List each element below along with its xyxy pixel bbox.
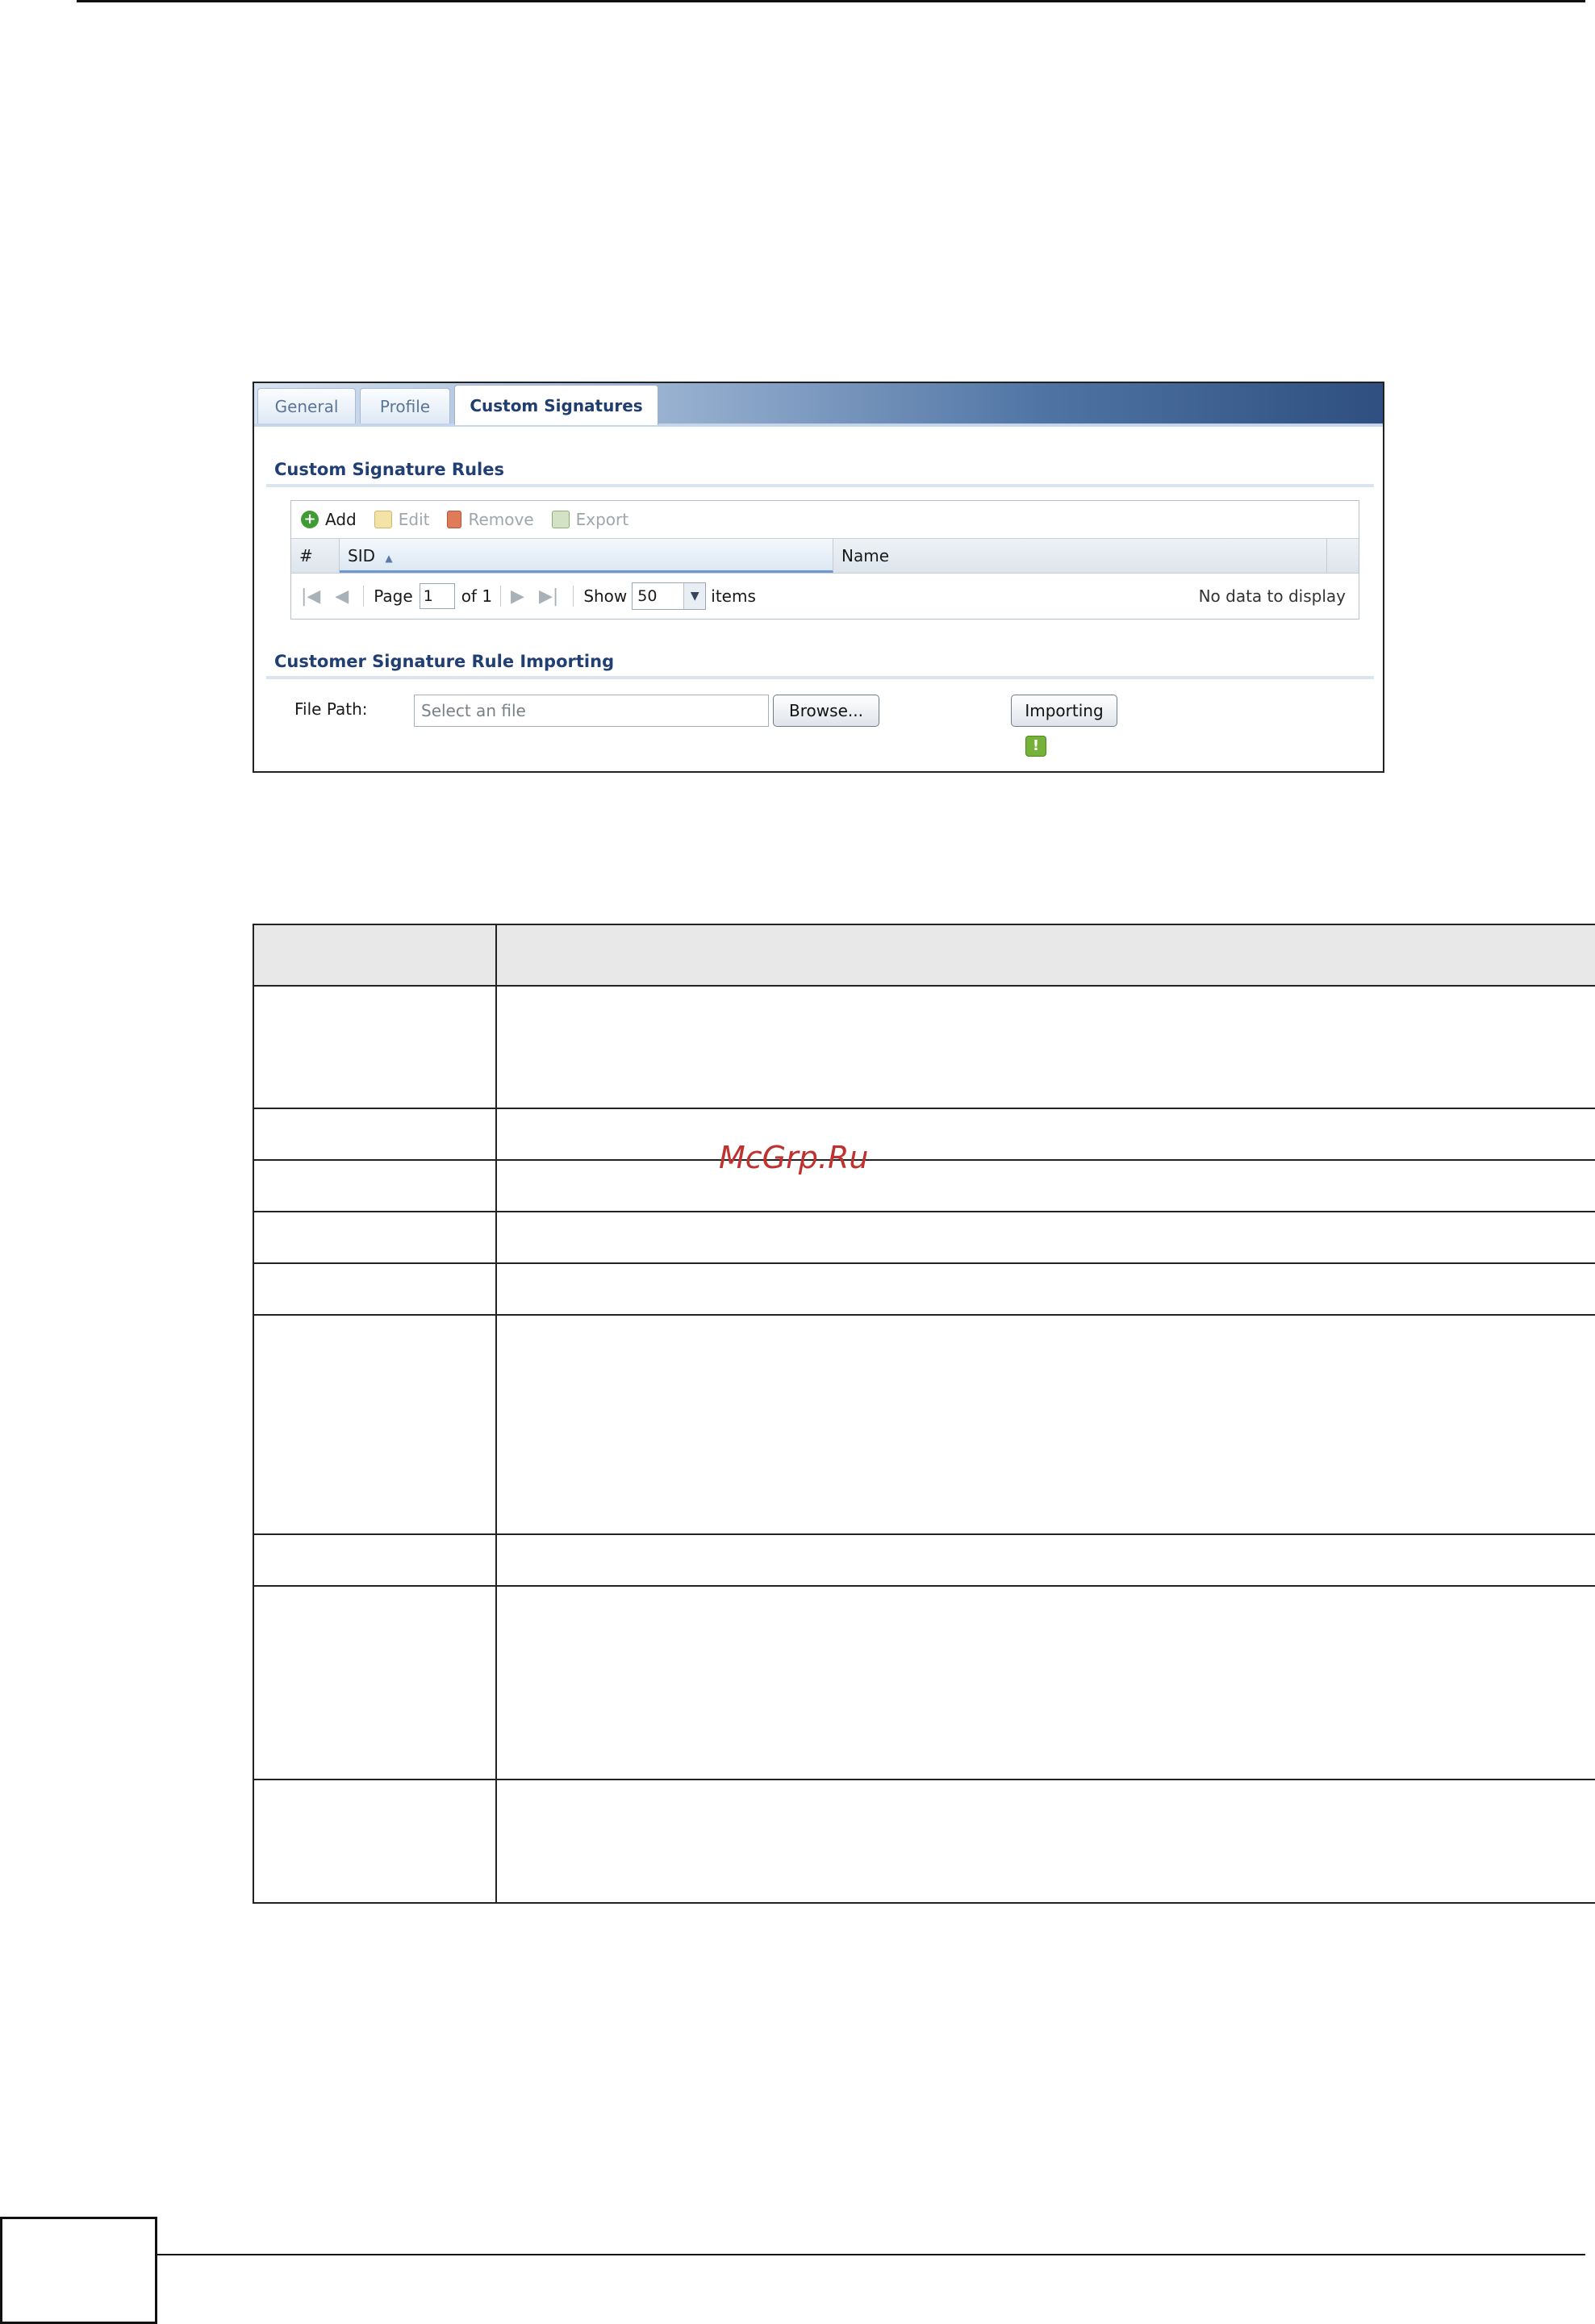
pager-separator <box>363 586 365 607</box>
tab-general[interactable]: General <box>257 388 356 423</box>
sid-label: SID <box>348 546 375 565</box>
top-rule <box>77 0 1585 2</box>
add-label: Add <box>325 510 357 529</box>
browse-button[interactable]: Browse... <box>773 695 879 727</box>
table-cell <box>253 1211 497 1264</box>
grid-pager: |◀ ◀ Page 1 of 1 ▶ ▶| Show 50 ▼ items No… <box>291 574 1359 619</box>
chevron-down-icon: ▼ <box>683 583 706 609</box>
column-header-sid[interactable]: SID ▲ <box>340 539 833 573</box>
section-title-rules: Custom Signature Rules <box>274 460 504 479</box>
previous-page-icon[interactable]: ◀ <box>335 586 349 607</box>
table-cell <box>253 1262 497 1316</box>
remove-label: Remove <box>468 510 534 529</box>
table-cell <box>495 1314 1595 1535</box>
signature-rules-grid: + Add Edit Remove Export # SID ▲ Name |◀… <box>290 500 1359 620</box>
page-count-label: of 1 <box>461 586 493 606</box>
export-button[interactable]: Export <box>551 510 629 529</box>
table-header-cell <box>495 924 1595 987</box>
column-header-name[interactable]: Name <box>833 539 1327 573</box>
table-cell <box>253 1779 497 1904</box>
edit-label: Edit <box>398 510 430 529</box>
bottom-rule <box>157 2254 1585 2255</box>
empty-grid-message: No data to display <box>1198 586 1346 606</box>
description-table <box>253 924 1595 1904</box>
table-cell <box>495 1533 1595 1587</box>
tab-custom-signatures[interactable]: Custom Signatures <box>454 385 658 425</box>
table-header-cell <box>253 924 497 987</box>
show-label: Show <box>583 586 628 606</box>
alert-icon: ! <box>1025 736 1046 757</box>
remove-icon <box>447 511 462 528</box>
table-cell <box>253 1533 497 1587</box>
table-cell <box>253 1108 497 1161</box>
export-icon <box>551 511 570 528</box>
table-cell <box>495 1262 1595 1316</box>
table-cell <box>495 1108 1595 1161</box>
first-page-icon[interactable]: |◀ <box>301 586 320 607</box>
page-label: Page <box>374 586 413 606</box>
add-icon: + <box>301 511 319 528</box>
table-cell <box>495 1159 1595 1212</box>
sort-ascending-icon: ▲ <box>385 553 393 564</box>
next-page-icon[interactable]: ▶ <box>511 586 524 607</box>
column-header-index[interactable]: # <box>291 539 340 573</box>
add-button[interactable]: + Add <box>301 510 357 529</box>
watermark: McGrp.Ru <box>719 1140 869 1175</box>
last-page-icon[interactable]: ▶| <box>539 586 558 607</box>
column-header-spacer <box>1327 539 1359 573</box>
table-cell <box>495 1211 1595 1264</box>
table-cell <box>253 1159 497 1212</box>
file-path-label: File Path: <box>294 699 368 719</box>
table-cell <box>495 1585 1595 1780</box>
pager-separator <box>573 586 574 607</box>
custom-signatures-screenshot: General Profile Custom Signatures Custom… <box>253 382 1384 773</box>
table-cell <box>253 1314 497 1535</box>
items-per-page-value: 50 <box>637 587 658 605</box>
edit-icon <box>374 511 392 528</box>
importing-button[interactable]: Importing <box>1011 695 1117 727</box>
tab-profile[interactable]: Profile <box>360 388 450 423</box>
table-cell <box>495 985 1595 1109</box>
pager-separator <box>500 586 502 607</box>
grid-toolbar: + Add Edit Remove Export <box>291 501 1359 538</box>
items-label: items <box>711 586 756 606</box>
table-cell <box>495 1779 1595 1904</box>
grid-header: # SID ▲ Name <box>291 538 1359 574</box>
table-cell <box>253 1585 497 1780</box>
file-path-input[interactable]: Select an file <box>414 695 769 727</box>
items-per-page-select[interactable]: 50 ▼ <box>632 582 707 610</box>
section-divider <box>266 676 1374 679</box>
section-divider <box>266 484 1374 487</box>
export-label: Export <box>575 510 629 529</box>
page-number-box <box>0 2217 157 2324</box>
remove-button[interactable]: Remove <box>447 510 534 529</box>
edit-button[interactable]: Edit <box>374 510 430 529</box>
page-number-input[interactable]: 1 <box>419 583 455 609</box>
section-title-importing: Customer Signature Rule Importing <box>274 652 615 671</box>
table-cell <box>253 985 497 1109</box>
